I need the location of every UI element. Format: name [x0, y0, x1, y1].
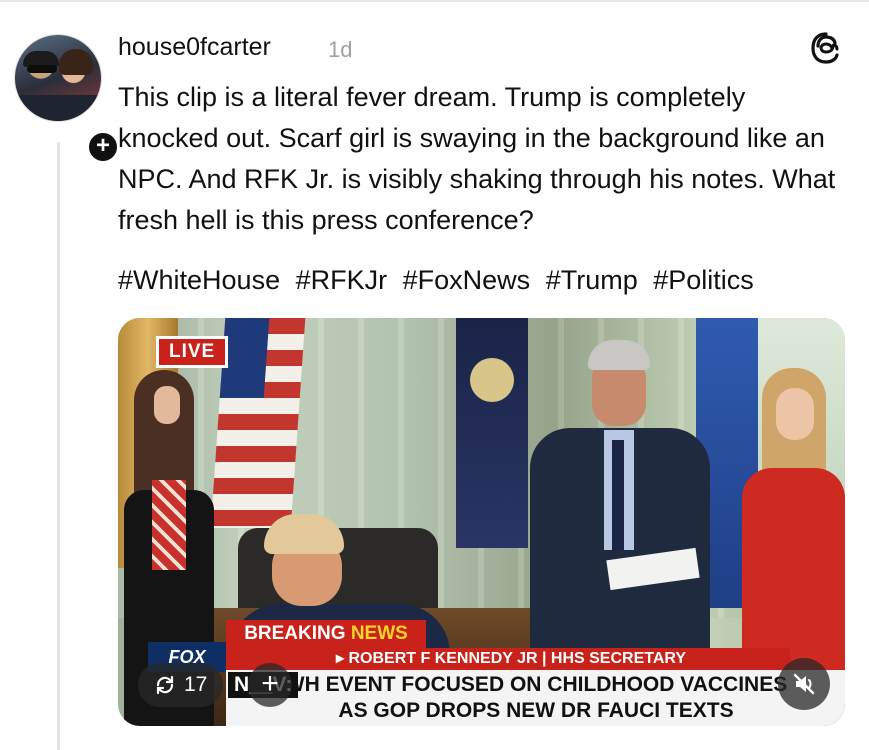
video-presidential-flag: [456, 318, 528, 548]
top-divider: [0, 0, 869, 2]
news-ticker: BREAKING NEWS FOX ▸ ROBERT F KENNEDY JR …: [118, 620, 845, 726]
hashtag-foxnews[interactable]: #FoxNews: [403, 265, 531, 295]
avatar-sunglasses: [27, 65, 57, 73]
headline-line-2: AS GOP DROPS NEW DR FAUCI TEXTS: [338, 699, 734, 722]
username[interactable]: house0fcarter: [118, 33, 271, 62]
breaking-news-label: BREAKING NEWS: [226, 620, 426, 648]
repost-icon: [156, 675, 174, 695]
hashtag-whitehouse[interactable]: #WhiteHouse: [118, 265, 280, 295]
person-tie: [612, 440, 624, 550]
person-hair: [588, 340, 650, 370]
mute-button[interactable]: [778, 658, 830, 710]
person-scarf: [152, 480, 186, 570]
live-badge: LIVE: [156, 336, 229, 368]
avatar-container[interactable]: +: [14, 34, 120, 164]
hashtag-politics[interactable]: #Politics: [653, 265, 754, 295]
muted-speaker-icon: [793, 673, 815, 695]
avatar[interactable]: [14, 34, 102, 122]
breaking-word: BREAKING: [244, 623, 346, 644]
headline-bar: N__V: WH EVENT FOCUSED ON CHILDHOOD VACC…: [226, 670, 845, 726]
video-player[interactable]: LIVE BREAKING NEWS FOX ▸ ROBERT F KENNED…: [118, 318, 845, 726]
follow-button[interactable]: +: [86, 130, 120, 164]
post-text: This clip is a literal fever dream. Trum…: [118, 82, 836, 235]
name-bar: ▸ ROBERT F KENNEDY JR | HHS SECRETARY: [226, 648, 790, 670]
person-hair: [264, 514, 344, 554]
repost-button[interactable]: 17: [138, 663, 224, 707]
flag-seal: [470, 358, 514, 402]
avatar-hair: [59, 49, 93, 75]
threads-icon[interactable]: [808, 30, 844, 66]
hashtag-row: #WhiteHouse #RFKJr #FoxNews #Trump #Poli…: [118, 262, 853, 298]
post-timestamp: 1d: [328, 37, 353, 62]
add-button[interactable]: +: [248, 663, 292, 707]
hashtag-rfkjr[interactable]: #RFKJr: [296, 265, 388, 295]
news-word: NEWS: [350, 623, 408, 644]
avatar-shirt: [15, 95, 101, 121]
thread-line: [57, 142, 60, 750]
headline-line-1: WH EVENT FOCUSED ON CHILDHOOD VACCINES: [284, 673, 788, 696]
repost-count: 17: [184, 673, 208, 696]
hashtag-trump[interactable]: #Trump: [546, 265, 638, 295]
person-face: [154, 386, 180, 424]
person-face: [776, 388, 814, 440]
